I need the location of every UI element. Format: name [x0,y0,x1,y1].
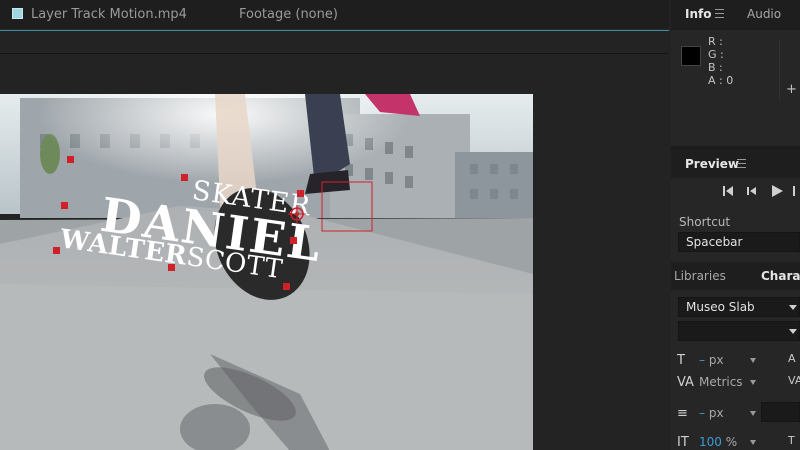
info-alpha: A : 0 [708,74,734,87]
tab-composition[interactable]: Layer Track Motion.mp4 [12,0,187,30]
character-panel: Museo Slab T – px A VA Metrics VA ≡ – px IT… [671,290,800,450]
tab-character[interactable]: Characte [761,262,800,290]
chevron-down-icon[interactable] [750,411,756,416]
next-frame-icon[interactable] [791,183,800,199]
vertical-scale-unit: % [725,435,738,449]
tab-info[interactable]: Info [685,0,711,28]
tab-footage-label: Footage (none) [239,7,338,22]
font-size-row: T – px [677,351,724,369]
panel-menu-icon[interactable] [737,159,746,168]
font-family-select[interactable]: Museo Slab [678,297,800,317]
font-size-icon: T [677,353,685,368]
font-style-select[interactable] [678,321,800,341]
chevron-down-icon[interactable] [750,380,756,385]
previous-frame-icon[interactable] [744,183,760,199]
horizontal-scale-icon: T [788,434,795,447]
shortcut-label: Shortcut [679,215,731,229]
crosshair-plus-icon: + [786,82,797,97]
color-sample [681,46,701,66]
tab-preview[interactable]: Preview [685,150,739,178]
font-size-value[interactable]: – [699,353,705,367]
tab-audio[interactable]: Audio [747,0,781,28]
kerning-icon: VA [677,375,694,390]
tab-footage[interactable]: Footage (none) [239,0,338,30]
panel-menu-icon[interactable] [715,9,724,18]
info-blue: B : [708,61,723,74]
tracking-icon: VA [788,374,800,387]
preview-panel-header: Preview [671,150,800,178]
leading-icon: A [788,352,796,365]
stroke-style-select[interactable] [761,402,800,422]
vertical-scale-icon: IT [677,435,689,450]
first-frame-icon[interactable] [720,183,736,199]
tab-libraries[interactable]: Libraries [674,262,726,290]
stroke-width-icon: ≡ [677,406,688,421]
info-divider [779,40,780,100]
chevron-down-icon [789,305,797,310]
composition-viewer[interactable]: SKATER DANIEL WALTERSCOTT [0,94,533,450]
font-family-value: Museo Slab [686,300,755,314]
shortcut-select[interactable]: Spacebar [678,232,800,252]
stroke-width-unit: px [708,406,724,420]
info-red: R : [708,35,723,48]
chevron-down-icon [789,329,797,334]
play-icon[interactable] [769,183,785,199]
info-panel: R : G : B : A : 0 + [671,30,800,146]
preview-panel: Shortcut Spacebar [671,178,800,274]
stroke-width-value[interactable]: – [699,406,705,420]
kerning-value[interactable]: Metrics [699,375,743,389]
composition-panel: SKATER DANIEL WALTERSCOTT [0,30,669,450]
right-panels: Info Audio R : G : B : A : 0 + Preview S… [671,0,800,450]
kerning-row: VA Metrics [677,373,743,391]
chevron-down-icon[interactable] [750,440,756,445]
character-panel-header: Libraries Characte [671,262,800,290]
chevron-down-icon[interactable] [750,358,756,363]
viewer-tab-bar: Layer Track Motion.mp4 Footage (none) [0,0,669,30]
composition-color-icon [12,8,23,19]
stroke-width-row: ≡ – px [677,404,724,422]
info-green: G : [708,48,724,61]
info-panel-header: Info Audio [671,0,800,28]
panel-divider [0,53,669,54]
video-frame: SKATER DANIEL WALTERSCOTT [0,94,533,450]
vertical-scale-value[interactable]: 100 [699,435,722,449]
font-size-unit: px [708,353,724,367]
tab-composition-label: Layer Track Motion.mp4 [31,7,187,22]
vertical-scale-row: IT 100 % [677,433,737,450]
